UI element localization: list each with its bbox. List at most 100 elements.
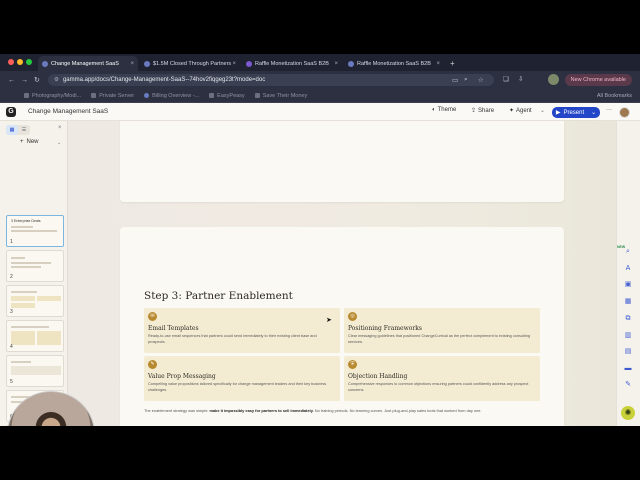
shield-icon: ⛨ <box>348 360 357 369</box>
right-tool-rail: ⌕ A ▣ ▦ NEW ⧉ ▥ ▤ ▬ ✎ ✺ ? <box>616 121 640 426</box>
downloads-icon[interactable]: ⇩ <box>518 75 523 83</box>
button-block-icon[interactable]: ▬ <box>623 364 633 374</box>
window-close-button[interactable] <box>8 59 14 65</box>
reload-icon[interactable]: ↻ <box>34 76 40 84</box>
bookmarks-bar: Photography/Modi... Private Server Billi… <box>0 89 640 103</box>
gamma-favicon-icon <box>42 60 48 67</box>
share-button[interactable]: ⇪ Share <box>471 107 494 115</box>
user-avatar[interactable] <box>619 107 630 118</box>
agent-button[interactable]: ✦ Agent <box>509 107 532 115</box>
gamma-logo[interactable]: G <box>6 106 16 117</box>
slide-thumbnail[interactable]: 3 <box>6 285 64 317</box>
url-text: gamma.app/docs/Change-Management-SaaS--7… <box>62 77 266 83</box>
envelope-icon: ✉ <box>148 312 157 321</box>
thumbnail-line <box>11 291 37 293</box>
close-sidebar-icon[interactable]: × <box>58 125 62 131</box>
embed-icon[interactable]: ⧉ <box>623 314 633 324</box>
new-card-button[interactable]: + New <box>20 139 39 145</box>
bookmark-favicon-icon <box>254 93 260 98</box>
thumbnail-block <box>37 296 61 301</box>
browser-tab-strip: Change Management SaaS × $1.5M Closed Thr… <box>0 54 640 71</box>
bookmark-item[interactable]: Billing Overview -... <box>144 93 199 99</box>
palette-icon: ◐ <box>432 107 436 113</box>
more-options-button[interactable]: ··· <box>606 107 612 113</box>
back-arrow-icon[interactable]: ← <box>8 77 15 84</box>
window-zoom-button[interactable] <box>26 59 32 65</box>
ai-sparkle-icon[interactable]: ✺ <box>621 406 635 420</box>
close-tab-icon[interactable]: × <box>130 61 134 67</box>
document-canvas: Step 3: Partner Enablement ✉ Email Templ… <box>68 121 616 426</box>
window-minimize-button[interactable] <box>17 59 23 65</box>
close-tab-icon[interactable]: × <box>232 61 236 67</box>
new-tab-button[interactable]: + <box>450 59 455 68</box>
bookmark-favicon-icon <box>144 93 150 98</box>
present-button[interactable]: ▶ Present ⌄ <box>552 107 600 118</box>
install-icon[interactable]: ▭ <box>452 76 458 84</box>
forward-arrow-icon[interactable]: → <box>21 77 28 84</box>
feature-box-positioning-frameworks[interactable]: ◎ Positioning Frameworks Clear messaging… <box>344 308 540 353</box>
thumbnail-block <box>11 296 35 301</box>
list-view-icon[interactable]: ☰ <box>18 125 30 135</box>
thumbnail-line <box>11 266 41 268</box>
layout-grid-icon[interactable]: ▦ <box>623 297 633 307</box>
thumbnail-view-icon[interactable]: ▦ <box>6 125 18 135</box>
bookmark-item[interactable]: Save Their Money <box>254 93 307 99</box>
card-heading[interactable]: Step 3: Partner Enablement <box>144 290 293 302</box>
gamma-favicon-icon <box>144 60 150 67</box>
message-icon: ✎ <box>148 360 157 369</box>
bookmark-item[interactable]: Photography/Modi... <box>24 93 81 99</box>
doc-title[interactable]: Change Management SaaS <box>28 108 108 115</box>
new-chrome-available-button[interactable]: New Chrome available <box>564 74 632 86</box>
share-icon: ⇪ <box>471 108 477 114</box>
image-icon[interactable]: ▣ <box>623 280 633 290</box>
bookmark-star-icon[interactable]: ☆ <box>478 76 484 84</box>
thumbnail-line <box>11 326 49 328</box>
browser-tab[interactable]: $1.5M Closed Through Partners × <box>140 56 240 71</box>
table-icon[interactable]: ▤ <box>623 347 633 357</box>
close-tab-icon[interactable]: × <box>436 61 440 67</box>
gamma-favicon-icon <box>348 60 354 67</box>
profile-avatar[interactable] <box>548 74 559 85</box>
browser-tab[interactable]: Raffle Monetization SaaS B2B × <box>344 56 444 71</box>
browser-toolbar: ← → ↻ ⚙ gamma.app/docs/Change-Management… <box>0 71 640 89</box>
plus-icon: + <box>20 139 24 145</box>
new-card-chevron-down-icon[interactable]: ⌄ <box>57 140 61 146</box>
slide-thumbnail[interactable]: 2 <box>6 250 64 282</box>
card-footnote[interactable]: The enablement strategy was simple: make… <box>144 408 544 413</box>
feature-box-value-prop-messaging[interactable]: ✎ Value Prop Messaging Compelling value … <box>144 356 340 401</box>
bookmark-item[interactable]: EasyPeasy <box>209 93 245 99</box>
slide-sidebar: ▦ ☰ × + New ⌄ 3 Enterprise Deals 1 2 3 4… <box>0 121 68 426</box>
mouse-pointer-icon: ➤ <box>326 317 332 324</box>
bookmark-item[interactable]: Private Server <box>91 93 134 99</box>
extensions-icon[interactable]: ❏ <box>503 75 509 83</box>
edit-pencil-icon[interactable]: ✎ <box>623 380 633 390</box>
slide-thumbnail[interactable]: 4 <box>6 320 64 352</box>
bookmark-favicon-icon <box>24 93 29 98</box>
slide-thumbnail[interactable]: 5 <box>6 355 64 387</box>
thumbnail-block <box>11 303 35 308</box>
screen: Change Management SaaS × $1.5M Closed Thr… <box>0 54 640 426</box>
browser-tab[interactable]: Raffle Monetization SaaS B2B × <box>242 56 342 71</box>
thumbnail-line <box>11 226 33 228</box>
theme-button[interactable]: ◐ Theme <box>432 107 456 113</box>
gamma-favicon-icon <box>246 60 252 67</box>
zoom-icon[interactable]: ⌕ <box>464 76 468 84</box>
text-format-icon[interactable]: A <box>623 264 633 274</box>
site-info-icon[interactable]: ⚙ <box>54 77 59 83</box>
bookmark-favicon-icon <box>91 93 97 98</box>
chart-icon[interactable]: ▥ <box>623 331 633 341</box>
present-chevron-down-icon[interactable]: ⌄ <box>591 109 596 116</box>
close-tab-icon[interactable]: × <box>334 61 338 67</box>
previous-card[interactable] <box>120 121 564 202</box>
slide-thumbnail[interactable]: 3 Enterprise Deals 1 <box>6 215 64 247</box>
agent-chevron-down-icon[interactable]: ⌄ <box>540 107 545 114</box>
feature-box-email-templates[interactable]: ✉ Email Templates Ready-to-use email seq… <box>144 308 340 353</box>
browser-tab[interactable]: Change Management SaaS × <box>38 56 138 71</box>
app-header: G Change Management SaaS ◐ Theme ⇪ Share ✦… <box>0 103 640 121</box>
card-step-3[interactable]: Step 3: Partner Enablement ✉ Email Templ… <box>120 227 564 426</box>
view-toggle[interactable]: ▦ ☰ <box>6 125 30 135</box>
all-bookmarks-button[interactable]: All Bookmarks <box>597 93 632 99</box>
feature-box-objection-handling[interactable]: ⛨ Objection Handling Comprehensive respo… <box>344 356 540 401</box>
thumbnail-line <box>11 230 57 232</box>
address-bar[interactable]: ⚙ gamma.app/docs/Change-Management-SaaS-… <box>48 74 494 86</box>
